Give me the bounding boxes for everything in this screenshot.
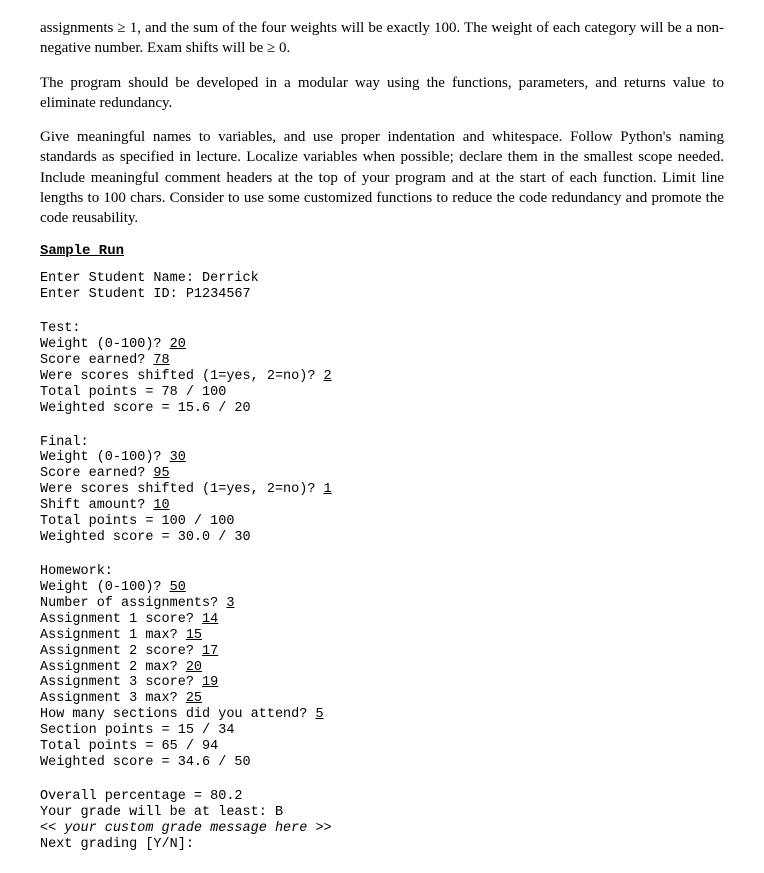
overall-percentage: Overall percentage = 80.2 xyxy=(40,789,243,804)
hw-weight-prompt: Weight (0-100)? xyxy=(40,580,170,595)
grade-line: Your grade will be at least: B xyxy=(40,805,283,820)
hw-a3m-prompt: Assignment 3 max? xyxy=(40,691,186,706)
final-shiftamt-prompt: Shift amount? xyxy=(40,498,153,513)
test-label: Test: xyxy=(40,321,81,336)
final-label: Final: xyxy=(40,435,89,450)
hw-weighted: Weighted score = 34.6 / 50 xyxy=(40,755,251,770)
final-shiftamt-value: 10 xyxy=(153,498,169,513)
hw-a3s-prompt: Assignment 3 score? xyxy=(40,675,202,690)
final-shifted-prompt: Were scores shifted (1=yes, 2=no)? xyxy=(40,482,324,497)
name-line: Enter Student Name: Derrick xyxy=(40,271,259,286)
final-weight-prompt: Weight (0-100)? xyxy=(40,450,170,465)
sample-run-homework: Homework: Weight (0-100)? 50 Number of a… xyxy=(40,564,724,771)
paragraph-3: Give meaningful names to variables, and … xyxy=(40,127,724,228)
hw-a1s-prompt: Assignment 1 score? xyxy=(40,612,202,627)
hw-label: Homework: xyxy=(40,564,113,579)
final-score-value: 95 xyxy=(153,466,169,481)
hw-a3m-value: 25 xyxy=(186,691,202,706)
hw-a3s-value: 19 xyxy=(202,675,218,690)
test-weight-value: 20 xyxy=(170,337,186,352)
final-weight-value: 30 xyxy=(170,450,186,465)
hw-a1m-value: 15 xyxy=(186,628,202,643)
test-weight-prompt: Weight (0-100)? xyxy=(40,337,170,352)
hw-a2m-value: 20 xyxy=(186,660,202,675)
hw-total: Total points = 65 / 94 xyxy=(40,739,218,754)
hw-weight-value: 50 xyxy=(170,580,186,595)
sample-run-intro: Enter Student Name: Derrick Enter Studen… xyxy=(40,271,724,303)
hw-a1s-value: 14 xyxy=(202,612,218,627)
test-score-prompt: Score earned? xyxy=(40,353,153,368)
final-score-prompt: Score earned? xyxy=(40,466,153,481)
test-shifted-prompt: Were scores shifted (1=yes, 2=no)? xyxy=(40,369,324,384)
id-line: Enter Student ID: P1234567 xyxy=(40,287,251,302)
hw-sections-value: 5 xyxy=(315,707,323,722)
test-total: Total points = 78 / 100 xyxy=(40,385,226,400)
sample-run-summary: Overall percentage = 80.2 Your grade wil… xyxy=(40,789,724,853)
next-grading: Next grading [Y/N]: xyxy=(40,837,194,852)
hw-a1m-prompt: Assignment 1 max? xyxy=(40,628,186,643)
custom-message: << your custom grade message here >> xyxy=(40,821,332,836)
hw-a2s-value: 17 xyxy=(202,644,218,659)
hw-a2m-prompt: Assignment 2 max? xyxy=(40,660,186,675)
final-total: Total points = 100 / 100 xyxy=(40,514,234,529)
test-score-value: 78 xyxy=(153,353,169,368)
test-shifted-value: 2 xyxy=(324,369,332,384)
paragraph-2: The program should be developed in a mod… xyxy=(40,73,724,114)
hw-secpts: Section points = 15 / 34 xyxy=(40,723,234,738)
sample-run-heading: Sample Run xyxy=(40,242,724,261)
hw-numassn-value: 3 xyxy=(226,596,234,611)
paragraph-1: assignments ≥ 1, and the sum of the four… xyxy=(40,18,724,59)
sample-run-test: Test: Weight (0-100)? 20 Score earned? 7… xyxy=(40,321,724,417)
hw-sections-prompt: How many sections did you attend? xyxy=(40,707,315,722)
hw-a2s-prompt: Assignment 2 score? xyxy=(40,644,202,659)
sample-run-final: Final: Weight (0-100)? 30 Score earned? … xyxy=(40,435,724,546)
hw-numassn-prompt: Number of assignments? xyxy=(40,596,226,611)
final-weighted: Weighted score = 30.0 / 30 xyxy=(40,530,251,545)
test-weighted: Weighted score = 15.6 / 20 xyxy=(40,401,251,416)
final-shifted-value: 1 xyxy=(324,482,332,497)
